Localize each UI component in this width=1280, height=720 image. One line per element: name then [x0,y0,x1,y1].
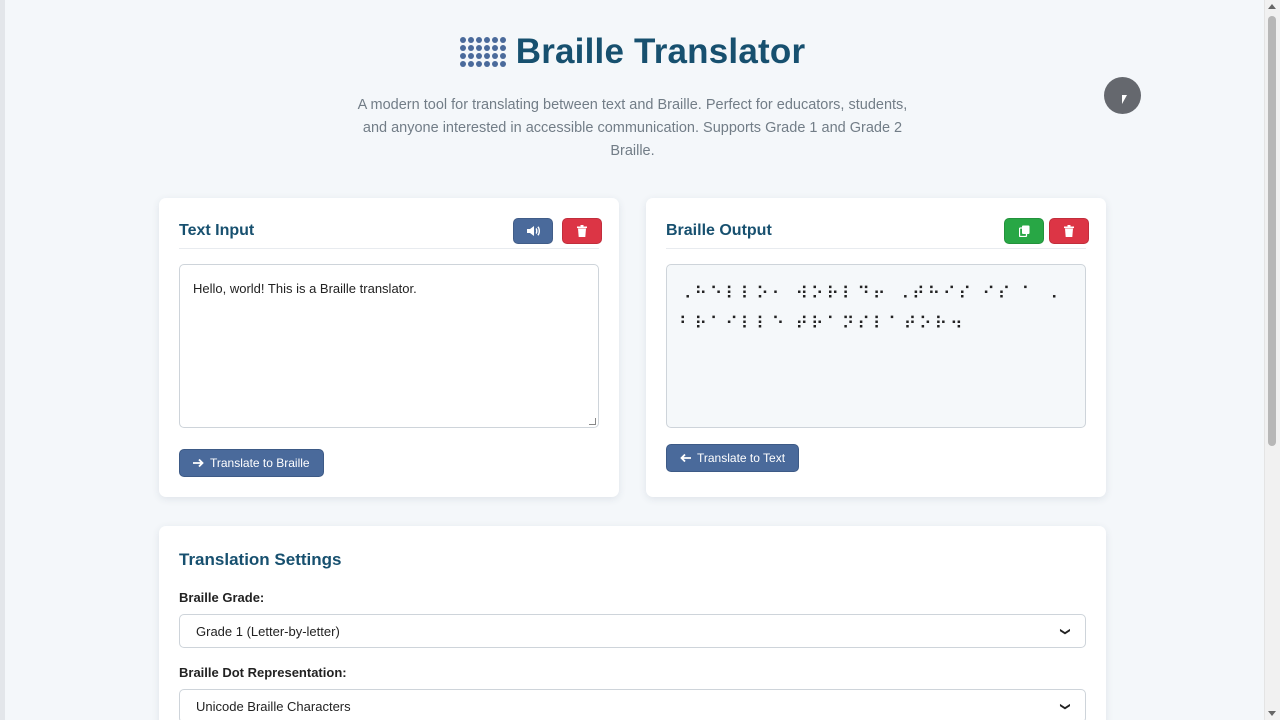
text-input-title: Text Input [179,222,255,239]
dot-representation-label: Braille Dot Representation: [179,665,347,680]
dot-representation-value: Unicode Braille Characters [196,698,351,714]
scrollbar-thumb[interactable] [1268,16,1276,446]
page-title: Braille Translator [515,32,806,71]
copy-icon [1018,225,1029,237]
translate-to-braille-button[interactable]: Translate to Braille [179,449,324,477]
page-subtitle: A modern tool for translating between te… [357,97,908,159]
braille-output-title: Braille Output [666,222,772,239]
speak-button[interactable] [513,218,553,244]
trash-icon [577,225,587,237]
arrow-right-icon [193,458,204,468]
resize-handle[interactable] [589,418,596,425]
pointer-icon [1122,95,1127,104]
text-input-card-header: Text Input [179,214,602,249]
page-scrollbar[interactable] [1264,0,1280,720]
braille-grade-value: Grade 1 (Letter-by-letter) [196,623,340,639]
translate-to-braille-label: Translate to Braille [210,456,310,470]
title-row: Braille Translator [459,32,806,72]
settings-card: Translation Settings Braille Grade: Grad… [159,526,1106,720]
page: Braille Translator A modern tool for tra… [0,0,1280,720]
translate-to-text-button[interactable]: Translate to Text [666,444,800,472]
trash-icon [1064,225,1074,237]
braille-output-card: Braille Output ⠠⠓⠑⠇⠇⠕⠂ ⠺⠕⠗⠇⠙⠖ ⠠⠞⠓⠊⠎ ⠊⠎ ⠁… [646,198,1106,497]
braille-grade-select[interactable]: Grade 1 (Letter-by-letter) ❮ [179,614,1086,648]
header: Braille Translator A modern tool for tra… [0,30,1265,163]
mouse-cursor-indicator [1104,77,1141,114]
scroll-down-icon[interactable] [1268,711,1276,716]
chevron-down-icon: ❮ [1059,626,1071,636]
braille-output-field[interactable]: ⠠⠓⠑⠇⠇⠕⠂ ⠺⠕⠗⠇⠙⠖ ⠠⠞⠓⠊⠎ ⠊⠎ ⠁ ⠠⠃⠗⠁⠊⠇⠇⠑ ⠞⠗⠁⠝⠎… [666,264,1086,428]
text-input-card: Text Input Hello, world! This is a Brail… [159,198,619,497]
braille-output-card-header: Braille Output [666,214,1089,249]
settings-title: Translation Settings [179,550,342,569]
braille-grade-label: Braille Grade: [179,590,265,605]
dot-representation-select[interactable]: Unicode Braille Characters ❮ [179,689,1086,720]
speaker-icon [527,226,540,236]
text-input-field[interactable]: Hello, world! This is a Braille translat… [179,264,599,428]
translate-to-text-label: Translate to Text [697,451,786,465]
text-input-value: Hello, world! This is a Braille translat… [193,281,417,296]
copy-button[interactable] [1004,218,1044,244]
clear-input-button[interactable] [562,218,602,244]
arrow-left-icon [680,453,691,463]
braille-dots-icon [459,37,506,67]
chevron-down-icon: ❮ [1059,701,1071,711]
clear-output-button[interactable] [1049,218,1089,244]
scroll-up-icon[interactable] [1268,4,1276,9]
